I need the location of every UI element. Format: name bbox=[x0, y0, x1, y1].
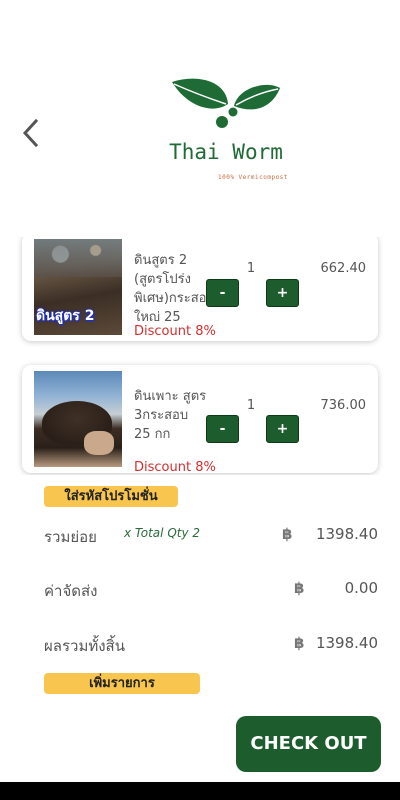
checkout-button[interactable]: CHECK OUT bbox=[236, 716, 381, 772]
quantity-value: 1 bbox=[246, 261, 256, 276]
product-image bbox=[34, 371, 122, 467]
currency-symbol: ฿ bbox=[294, 579, 305, 597]
leaf-logo-icon bbox=[172, 78, 280, 128]
promo-code-button[interactable]: ใส่รหัสโปรโมชั่น bbox=[44, 486, 178, 507]
thai-worm-logo: Thai Worm 100% Vermicompost bbox=[150, 70, 302, 190]
grand-total-value: 1398.40 bbox=[315, 634, 378, 652]
subtotal-label: รวมย่อย bbox=[44, 528, 97, 546]
discount-label: Discount 8% bbox=[134, 460, 216, 475]
discount-label: Discount 8% bbox=[134, 324, 216, 339]
back-button[interactable] bbox=[16, 115, 48, 151]
subtotal-value: 1398.40 bbox=[315, 525, 378, 543]
shipping-value: 0.00 bbox=[344, 579, 378, 597]
decrease-quantity-button[interactable]: - bbox=[206, 415, 239, 443]
product-name: ดินเพาะ สูตร 3กระสอบ 25 กก bbox=[134, 389, 207, 442]
item-price: 662.40 bbox=[320, 261, 367, 276]
currency-symbol: ฿ bbox=[294, 634, 305, 652]
cart-item-card: ดินเพาะ สูตร 3กระสอบ 25 กก Discount 8% -… bbox=[22, 365, 378, 475]
cart-item-card: ดินสูตร 2 ดินสูตร 2 (สูตรโปร่ง พิเศษ)กระ… bbox=[22, 237, 378, 341]
cart-item-list[interactable]: ดินสูตร 2 ดินสูตร 2 (สูตรโปร่ง พิเศษ)กระ… bbox=[0, 237, 400, 475]
logo-tagline: 100% Vermicompost bbox=[218, 174, 288, 181]
currency-symbol: ฿ bbox=[282, 525, 293, 543]
logo-brand-name: Thai Worm bbox=[169, 140, 283, 164]
add-items-button[interactable]: เพิ่มรายการ bbox=[44, 673, 200, 694]
item-price: 736.00 bbox=[320, 398, 367, 413]
quantity-value: 1 bbox=[246, 398, 256, 413]
total-qty-text: x Total Qty 2 bbox=[124, 526, 201, 540]
product-image-label: ดินสูตร 2 bbox=[36, 308, 95, 324]
chevron-left-icon bbox=[22, 118, 39, 148]
decrease-quantity-button[interactable]: - bbox=[206, 279, 239, 307]
increase-quantity-button[interactable]: + bbox=[266, 279, 299, 307]
system-navigation-bar bbox=[0, 782, 400, 800]
shipping-label: ค่าจัดส่ง bbox=[44, 582, 98, 600]
grand-total-label: ผลรวมทั้งสิ้น bbox=[44, 637, 125, 655]
increase-quantity-button[interactable]: + bbox=[266, 415, 299, 443]
product-image: ดินสูตร 2 bbox=[34, 239, 122, 335]
product-name: ดินสูตร 2 (สูตรโปร่ง พิเศษ)กระสอบใหญ่ 25 bbox=[134, 253, 208, 321]
